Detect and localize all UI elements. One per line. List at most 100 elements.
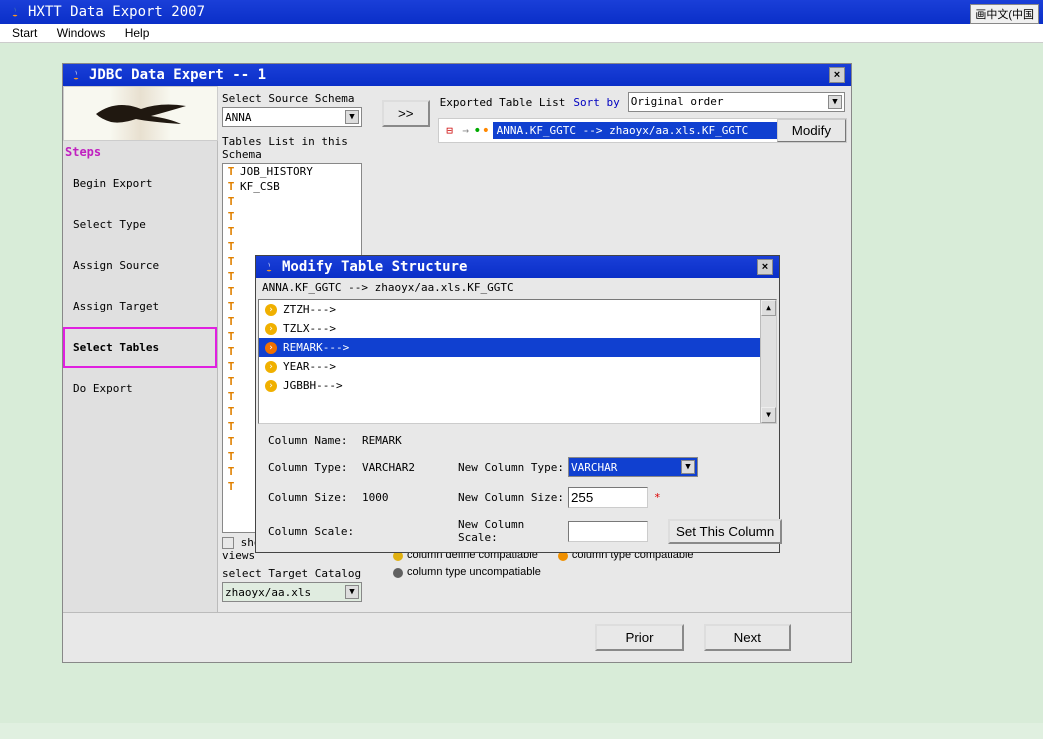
step-select-tables[interactable]: Select Tables bbox=[63, 327, 217, 368]
required-star-icon: * bbox=[648, 491, 661, 504]
col-scale-label: Column Scale: bbox=[268, 525, 358, 538]
table-icon: T bbox=[225, 165, 237, 178]
table-icon: T bbox=[225, 480, 237, 493]
table-row: T bbox=[223, 209, 361, 224]
table-icon: T bbox=[225, 390, 237, 403]
table-icon: T bbox=[225, 270, 237, 283]
table-icon: T bbox=[225, 285, 237, 298]
column-list[interactable]: ›ZTZH---> ›TZLX---> ›REMARK---> ›YEAR---… bbox=[258, 299, 777, 424]
table-row: T bbox=[223, 239, 361, 254]
table-icon: T bbox=[225, 300, 237, 313]
scroll-up-icon[interactable]: ▲ bbox=[761, 300, 776, 316]
eagle-image bbox=[63, 86, 218, 141]
java-icon bbox=[8, 5, 22, 19]
scroll-down-icon[interactable]: ▼ bbox=[761, 407, 776, 423]
table-icon: T bbox=[225, 315, 237, 328]
table-icon: T bbox=[225, 405, 237, 418]
export-status-icons: ⊟ → •• bbox=[439, 122, 493, 140]
close-icon[interactable]: × bbox=[829, 67, 845, 83]
status-dots-icon: •• bbox=[475, 124, 489, 138]
new-scale-label: New Column Scale: bbox=[458, 518, 568, 544]
steps-title: Steps bbox=[63, 141, 217, 163]
next-button[interactable]: Next bbox=[704, 624, 791, 651]
col-size-value: 1000 bbox=[358, 491, 458, 504]
table-icon: T bbox=[225, 225, 237, 238]
language-badge[interactable]: 画中文(中国 bbox=[970, 4, 1039, 24]
show-tables-checkbox[interactable] bbox=[222, 537, 234, 549]
prior-button[interactable]: Prior bbox=[595, 624, 683, 651]
catalog-value: zhaoyx/aa.xls bbox=[225, 586, 311, 599]
step-assign-target[interactable]: Assign Target bbox=[63, 286, 217, 327]
export-row[interactable]: ⊟ → •• ANNA.KF_GGTC --> zhaoyx/aa.xls.KF… bbox=[438, 118, 847, 143]
modify-button[interactable]: Modify bbox=[777, 119, 846, 142]
column-item: ›YEAR---> bbox=[259, 357, 760, 376]
arrow-right-icon: › bbox=[265, 342, 277, 354]
new-size-label: New Column Size: bbox=[458, 491, 568, 504]
scrollbar[interactable]: ▲ ▼ bbox=[760, 300, 776, 423]
transfer-button[interactable]: >> bbox=[382, 100, 430, 127]
chevron-down-icon: ▼ bbox=[345, 110, 359, 124]
app-titlebar: HXTT Data Export 2007 bbox=[0, 0, 1043, 24]
table-row: TKF_CSB bbox=[223, 179, 361, 194]
step-assign-source[interactable]: Assign Source bbox=[63, 245, 217, 286]
arrow-right-icon: › bbox=[265, 380, 277, 392]
arrow-icon: → bbox=[459, 124, 473, 138]
chevron-down-icon: ▼ bbox=[345, 585, 359, 599]
menu-windows[interactable]: Windows bbox=[49, 24, 114, 42]
export-header: Exported Table List Sort by Original ord… bbox=[438, 90, 847, 114]
column-item: ›JGBBH---> bbox=[259, 376, 760, 395]
new-type-label: New Column Type: bbox=[458, 461, 568, 474]
desktop-area: JDBC Data Expert -- 1 × Steps Begin Expo… bbox=[0, 43, 1043, 723]
sortby-dropdown[interactable]: Original order ▼ bbox=[628, 92, 845, 112]
schema-value: ANNA bbox=[225, 111, 252, 124]
app-title: HXTT Data Export 2007 bbox=[28, 4, 205, 20]
menu-help[interactable]: Help bbox=[117, 24, 158, 42]
table-icon: T bbox=[225, 360, 237, 373]
table-row: T bbox=[223, 194, 361, 209]
modal-titlebar: Modify Table Structure × bbox=[256, 256, 779, 278]
col-type-label: Column Type: bbox=[268, 461, 358, 474]
col-name-label: Column Name: bbox=[268, 434, 358, 447]
set-column-button[interactable]: Set This Column bbox=[668, 519, 782, 544]
column-item: ›TZLX---> bbox=[259, 319, 760, 338]
table-icon: T bbox=[225, 345, 237, 358]
new-size-input[interactable] bbox=[568, 487, 648, 508]
col-name-value: REMARK bbox=[358, 434, 458, 447]
arrow-right-icon: › bbox=[265, 323, 277, 335]
java-icon bbox=[262, 260, 276, 274]
table-icon: T bbox=[225, 330, 237, 343]
new-type-dropdown[interactable]: VARCHAR ▼ bbox=[568, 457, 698, 477]
modal-title: Modify Table Structure bbox=[282, 259, 467, 275]
column-form: Column Name: REMARK Column Type: VARCHAR… bbox=[256, 426, 779, 552]
sortby-value: Original order bbox=[631, 95, 724, 109]
chevron-down-icon: ▼ bbox=[828, 95, 842, 109]
table-icon: T bbox=[225, 375, 237, 388]
col-type-value: VARCHAR2 bbox=[358, 461, 458, 474]
steps-panel: Steps Begin Export Select Type Assign So… bbox=[63, 86, 218, 641]
step-begin-export[interactable]: Begin Export bbox=[63, 163, 217, 204]
catalog-dropdown[interactable]: zhaoyx/aa.xls ▼ bbox=[222, 582, 362, 602]
table-icon: T bbox=[225, 180, 237, 193]
catalog-label: select Target Catalog bbox=[222, 565, 374, 582]
dot-gray-icon bbox=[393, 568, 403, 578]
sortby-label: Sort by bbox=[573, 96, 619, 109]
table-icon: T bbox=[225, 195, 237, 208]
schema-dropdown[interactable]: ANNA ▼ bbox=[222, 107, 362, 127]
jdbc-titlebar: JDBC Data Expert -- 1 × bbox=[63, 64, 851, 86]
new-scale-input[interactable] bbox=[568, 521, 648, 542]
remove-icon: ⊟ bbox=[443, 124, 457, 138]
modal-path: ANNA.KF_GGTC --> zhaoyx/aa.xls.KF_GGTC bbox=[256, 278, 779, 297]
table-icon: T bbox=[225, 450, 237, 463]
table-icon: T bbox=[225, 465, 237, 478]
bottom-bar: Prior Next bbox=[63, 612, 851, 662]
close-icon[interactable]: × bbox=[757, 259, 773, 275]
modify-structure-modal: Modify Table Structure × ANNA.KF_GGTC --… bbox=[255, 255, 780, 553]
java-icon bbox=[69, 68, 83, 82]
tables-label: Tables List in this Schema bbox=[222, 133, 374, 163]
step-select-type[interactable]: Select Type bbox=[63, 204, 217, 245]
menu-start[interactable]: Start bbox=[4, 24, 45, 42]
step-do-export[interactable]: Do Export bbox=[63, 368, 217, 409]
table-icon: T bbox=[225, 420, 237, 433]
col-size-label: Column Size: bbox=[268, 491, 358, 504]
column-item: ›ZTZH---> bbox=[259, 300, 760, 319]
